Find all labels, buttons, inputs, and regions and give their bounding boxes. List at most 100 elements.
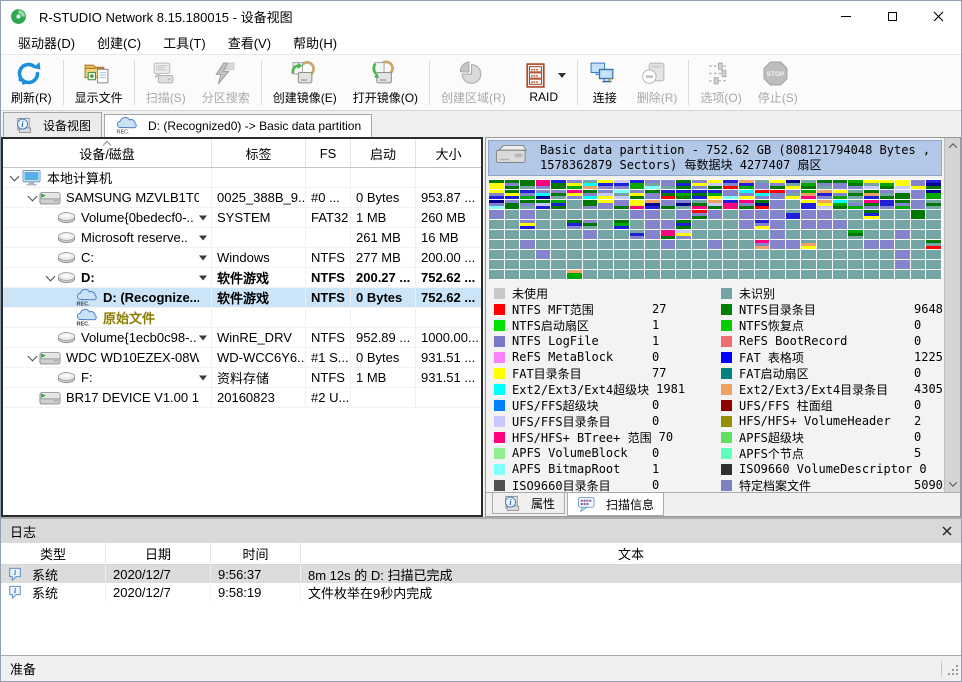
raid-dropdown-arrow[interactable]: [558, 73, 566, 78]
tab-recognized-partition[interactable]: REC.D: (Recognized0) -> Basic data parti…: [104, 114, 372, 137]
row-dropdown-arrow[interactable]: [199, 235, 207, 240]
scan-block: [583, 230, 598, 239]
scroll-up-button[interactable]: [945, 138, 960, 154]
row-dropdown-arrow[interactable]: [199, 255, 207, 260]
tree-row-4[interactable]: C:WindowsNTFS277 MB200.00 ...: [3, 248, 481, 268]
scan-block: [723, 230, 738, 239]
close-button[interactable]: [915, 1, 961, 31]
tree-row-8[interactable]: Volume{1ecb0c98-..WinRE_DRVNTFS952.89 ..…: [3, 328, 481, 348]
row-dropdown-arrow[interactable]: [199, 275, 207, 280]
cell-fs: NTFS: [306, 268, 351, 287]
row-dropdown-arrow[interactable]: [199, 215, 207, 220]
scan-block: [583, 240, 598, 249]
toolbar-show-files-button[interactable]: 显示文件: [67, 56, 131, 109]
legend-count: 1981: [656, 382, 685, 396]
scan-block: [551, 260, 566, 269]
tree-row-3[interactable]: Microsoft reserve..261 MB16 MB: [3, 228, 481, 248]
log-column-header-2[interactable]: 时间: [211, 543, 301, 564]
scan-block: [708, 230, 723, 239]
toolbar-refresh-button[interactable]: 刷新(R): [3, 56, 60, 109]
tree-row-10[interactable]: F:资料存储NTFS1 MB931.51 ...: [3, 368, 481, 388]
scan-block: [926, 240, 941, 249]
toolbar-open-image-button[interactable]: 打开镜像(O): [345, 56, 426, 109]
tree-row-7[interactable]: REC.原始文件: [3, 308, 481, 328]
menu-item-create[interactable]: 创建(C): [86, 30, 152, 55]
cell-boot-text: 0 Bytes: [356, 290, 402, 305]
scan-block: [786, 230, 801, 239]
log-row-1[interactable]: i系统2020/12/79:58:19文件枚举在9秒内完成: [1, 583, 961, 601]
expander-icon[interactable]: [25, 351, 39, 365]
scroll-down-button[interactable]: [945, 476, 960, 492]
legend-label: APFS超级块: [739, 429, 907, 446]
scan-block: [489, 270, 504, 279]
legend-item: APFS个节点5: [717, 445, 944, 461]
cell-size: 16 MB: [416, 228, 481, 247]
cell-boot: 0 Bytes: [351, 288, 416, 307]
chevron-down-icon: [948, 478, 956, 486]
menu-item-tools[interactable]: 工具(T): [152, 30, 217, 55]
menu-item-drives[interactable]: 驱动器(D): [7, 30, 86, 55]
row-dropdown-arrow[interactable]: [199, 375, 207, 380]
cell-fs: NTFS: [306, 368, 351, 387]
toolbar-icon-wrap: [369, 60, 401, 88]
cell-boot: [351, 168, 416, 187]
tree-row-0[interactable]: 本地计算机: [3, 168, 481, 188]
tree-row-9[interactable]: WDC WD10EZEX-08W...WD-WCC6Y6...#1 S...0 …: [3, 348, 481, 368]
scan-block: [583, 180, 598, 189]
tree-column-header-1[interactable]: 标签: [212, 139, 306, 167]
toolbar-create-image-button[interactable]: 创建镜像(E): [265, 56, 345, 109]
scan-block: [739, 220, 754, 229]
tree-row-6[interactable]: REC.D: (Recognize...软件游戏NTFS0 Bytes752.6…: [3, 288, 481, 308]
legend-swatch: [721, 432, 732, 443]
tree-column-header-3[interactable]: 启动: [351, 139, 416, 167]
log-close-button[interactable]: [942, 526, 952, 536]
device-name: D: (Recognize...: [103, 290, 199, 305]
legend-swatch: [721, 400, 732, 411]
menu-item-view[interactable]: 查看(V): [217, 30, 282, 55]
tree-row-1[interactable]: SAMSUNG MZVLB1T0...0025_388B_9...#0 ...0…: [3, 188, 481, 208]
scan-block: [708, 210, 723, 219]
row-dropdown-arrow[interactable]: [199, 335, 207, 340]
tree-column-header-0[interactable]: 设备/磁盘: [3, 139, 212, 167]
maximize-button[interactable]: [869, 1, 915, 31]
tab-scan-information[interactable]: 扫描信息: [567, 493, 664, 516]
tree-row-11[interactable]: BR17 DEVICE V1.00 1....20160823#2 U...: [3, 388, 481, 408]
minimize-button[interactable]: [823, 1, 869, 31]
expander-icon[interactable]: [25, 191, 39, 205]
tree-column-header-4[interactable]: 大小: [416, 139, 481, 167]
scan-block: [661, 260, 676, 269]
scan-block: [708, 220, 723, 229]
tree-row-5[interactable]: D:软件游戏NTFS200.27 ...752.62 ...: [3, 268, 481, 288]
scan-block: [786, 220, 801, 229]
legend-count: 0: [919, 462, 926, 476]
tree-column-header-2[interactable]: FS: [306, 139, 351, 167]
log-column-header-1[interactable]: 日期: [106, 543, 211, 564]
log-type-cell: i系统: [1, 565, 106, 583]
cell-label-text: 0025_388B_9...: [217, 190, 306, 205]
scan-block: [505, 260, 520, 269]
log-time-cell: 9:58:19: [211, 583, 301, 601]
menu-item-help[interactable]: 帮助(H): [282, 30, 348, 55]
toolbar-separator: [577, 60, 578, 105]
tree-row-2[interactable]: Volume{0bedecf0-..SYSTEMFAT321 MB260 MB: [3, 208, 481, 228]
log-column-header-3[interactable]: 文本: [301, 543, 961, 564]
scan-block: [895, 220, 910, 229]
tab-properties[interactable]: i属性: [492, 493, 565, 514]
cell-fs-text: FAT32: [311, 210, 348, 225]
scan-block: [755, 200, 770, 209]
cell-boot: 200.27 ...: [351, 268, 416, 287]
log-column-header-0[interactable]: 类型: [1, 543, 106, 564]
expander-icon[interactable]: [7, 171, 21, 185]
toolbar-raid-button[interactable]: RAID: [514, 56, 574, 109]
toolbar-connect-button[interactable]: 连接: [581, 56, 629, 109]
scan-block: [645, 220, 660, 229]
scan-block: [645, 230, 660, 239]
deviceview-icon: i: [14, 117, 33, 134]
scan-blocks-grid[interactable]: [488, 179, 942, 280]
scan-block: [536, 220, 551, 229]
scan-scrollbar[interactable]: [944, 138, 960, 492]
log-row-0[interactable]: i系统2020/12/79:56:378m 12s 的 D: 扫描已完成: [1, 565, 961, 583]
resize-grip[interactable]: [947, 664, 959, 679]
expander-icon[interactable]: [43, 271, 57, 285]
tab-device-view[interactable]: i设备视图: [3, 112, 102, 137]
